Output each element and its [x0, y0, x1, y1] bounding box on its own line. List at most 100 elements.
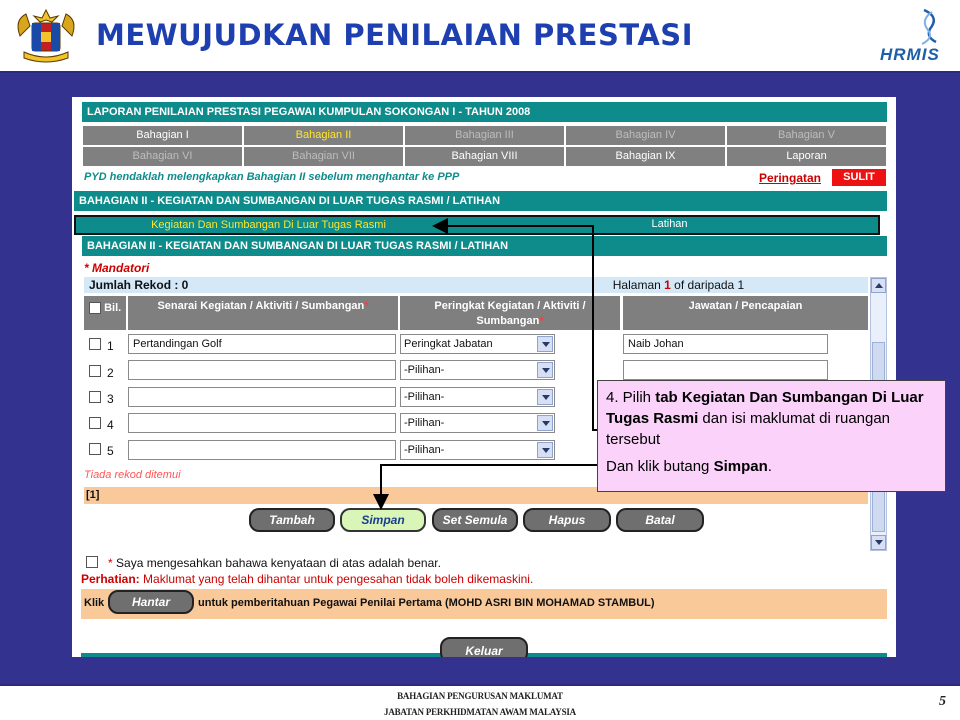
level-select[interactable]: -Pilihan- — [400, 413, 555, 433]
pagination-page: 1 — [664, 278, 671, 292]
activity-input[interactable] — [128, 387, 396, 407]
chevron-down-icon[interactable] — [537, 362, 553, 378]
tab-row: Kegiatan Dan Sumbangan Di Luar Tugas Ras… — [74, 215, 880, 235]
position-input[interactable]: Naib Johan — [623, 334, 828, 354]
pyd-note: PYD hendaklah melengkapkan Bahagian II s… — [84, 171, 460, 183]
header-bil-label: Bil. — [104, 302, 122, 314]
activity-input[interactable] — [128, 413, 396, 433]
confirm-statement: * Saya mengesahkan bahawa kenyataan di a… — [108, 556, 441, 570]
row-number: 5 — [107, 444, 114, 458]
callout-click-line: Dan klik butang Simpan. — [606, 456, 937, 477]
slide-title: MEWUJUDKAN PENILAIAN PRESTASI — [96, 18, 693, 52]
chevron-down-icon[interactable] — [537, 415, 553, 431]
callout-click-suffix: . — [767, 458, 772, 475]
callout-step-line: 4. Pilih tab Kegiatan Dan Sumbangan Di L… — [606, 387, 937, 450]
row-checkbox[interactable] — [89, 443, 101, 455]
reset-button[interactable]: Set Semula — [432, 508, 518, 532]
header-bil: Bil. — [84, 296, 126, 330]
level-select-value: Peringkat Jabatan — [404, 338, 493, 350]
instruction-callout: 4. Pilih tab Kegiatan Dan Sumbangan Di L… — [597, 380, 946, 492]
footer-line1: BAHAGIAN PENGURUSAN MAKLUMAT — [397, 691, 563, 701]
select-all-checkbox[interactable] — [89, 302, 101, 315]
section-nav: Bahagian I Bahagian II Bahagian III Baha… — [82, 125, 887, 167]
chevron-down-icon[interactable] — [537, 336, 553, 352]
row-checkbox[interactable] — [89, 417, 101, 429]
row-number: 1 — [107, 339, 114, 353]
tab-kegiatan[interactable]: Kegiatan Dan Sumbangan Di Luar Tugas Ras… — [76, 217, 461, 233]
records-bar: Jumlah Rekod : 0 Halaman 1 of daripada 1 — [84, 277, 868, 293]
header-level-label: Peringkat Kegiatan / Aktiviti / Sumbanga… — [434, 300, 586, 327]
callout-click-prefix: Dan klik butang — [606, 458, 710, 475]
notice-label: Perhatian: — [81, 572, 140, 586]
pagination-info: Halaman 1 of daripada 1 — [489, 277, 868, 293]
scroll-down-icon[interactable] — [871, 535, 886, 550]
activity-input[interactable] — [128, 440, 396, 460]
row-number: 2 — [107, 366, 114, 380]
nav-bahagian-7: Bahagian VII — [243, 146, 404, 167]
row-number: 3 — [107, 392, 114, 406]
submit-row: Klik Hantar untuk pemberitahuan Pegawai … — [81, 589, 887, 619]
record-count: Jumlah Rekod : 0 — [84, 277, 474, 293]
slide-footer: BAHAGIAN PENGURUSAN MAKLUMAT JABATAN PER… — [0, 684, 960, 720]
page-number: 5 — [939, 694, 946, 709]
position-input[interactable] — [623, 360, 828, 380]
form-screenshot: LAPORAN PENILAIAN PRESTASI PEGAWAI KUMPU… — [72, 97, 896, 657]
submit-button[interactable]: Hantar — [108, 590, 194, 614]
callout-click-target: Simpan — [713, 458, 768, 475]
delete-button[interactable]: Hapus — [523, 508, 611, 532]
header-position: Jawatan / Pencapaian — [623, 296, 868, 330]
malaysia-crest-icon — [17, 8, 75, 63]
nav-laporan[interactable]: Laporan — [726, 146, 887, 167]
nav-bahagian-9[interactable]: Bahagian IX — [565, 146, 726, 167]
nav-bahagian-1[interactable]: Bahagian I — [82, 125, 243, 146]
header-level: Peringkat Kegiatan / Aktiviti / Sumbanga… — [400, 296, 620, 330]
section-title: BAHAGIAN II - KEGIATAN DAN SUMBANGAN DI … — [74, 191, 887, 211]
level-select-value: -Pilihan- — [404, 391, 445, 403]
chevron-down-icon[interactable] — [537, 442, 553, 458]
cancel-button[interactable]: Batal — [616, 508, 704, 532]
header-activity-label: Senarai Kegiatan / Aktiviti / Sumbangan — [157, 300, 365, 312]
chevron-down-icon[interactable] — [537, 389, 553, 405]
notice-text: Maklumat yang telah dihantar untuk penge… — [143, 572, 534, 586]
nav-bahagian-4: Bahagian IV — [565, 125, 726, 146]
hrmis-logo-text: HRMIS — [880, 45, 940, 64]
row-checkbox[interactable] — [89, 338, 101, 350]
warning-link[interactable]: Peringatan — [759, 171, 821, 185]
row-number: 4 — [107, 418, 114, 432]
sulit-badge: SULIT — [832, 169, 886, 186]
pagination-prefix: Halaman — [612, 278, 661, 292]
add-button[interactable]: Tambah — [249, 508, 335, 532]
scroll-up-icon[interactable] — [871, 278, 886, 293]
level-select-value: -Pilihan- — [404, 364, 445, 376]
activity-input[interactable]: Pertandingan Golf — [128, 334, 396, 354]
callout-step: 4. Pilih — [606, 389, 652, 406]
submit-prefix: Klik — [84, 597, 105, 609]
level-select-value: -Pilihan- — [404, 417, 445, 429]
level-select[interactable]: -Pilihan- — [400, 387, 555, 407]
row-checkbox[interactable] — [89, 391, 101, 403]
slide-header: MEWUJUDKAN PENILAIAN PRESTASI HRMIS — [0, 0, 960, 73]
exit-button[interactable]: Keluar — [440, 637, 528, 657]
level-select[interactable]: -Pilihan- — [400, 360, 555, 380]
nav-bahagian-6: Bahagian VI — [82, 146, 243, 167]
footer-line2: JABATAN PERKHIDMATAN AWAM MALAYSIA — [384, 707, 576, 717]
save-button[interactable]: Simpan — [340, 508, 426, 532]
notice: Perhatian: Maklumat yang telah dihantar … — [81, 572, 533, 586]
activity-input[interactable] — [128, 360, 396, 380]
subsection-title: BAHAGIAN II - KEGIATAN DAN SUMBANGAN DI … — [82, 236, 887, 256]
header-activity: Senarai Kegiatan / Aktiviti / Sumbangan* — [128, 296, 398, 330]
submit-suffix: untuk pemberitahuan Pegawai Penilai Pert… — [198, 597, 655, 609]
nav-bahagian-5: Bahagian V — [726, 125, 887, 146]
row-checkbox[interactable] — [89, 365, 101, 377]
level-select-value: -Pilihan- — [404, 444, 445, 456]
level-select[interactable]: Peringkat Jabatan — [400, 334, 555, 354]
level-select[interactable]: -Pilihan- — [400, 440, 555, 460]
nav-bahagian-2[interactable]: Bahagian II — [243, 125, 404, 146]
report-title: LAPORAN PENILAIAN PRESTASI PEGAWAI KUMPU… — [82, 102, 887, 122]
nav-bahagian-3: Bahagian III — [404, 125, 565, 146]
nav-bahagian-8[interactable]: Bahagian VIII — [404, 146, 565, 167]
mandatory-note: * Mandatori — [84, 261, 150, 275]
confirm-checkbox[interactable] — [86, 556, 98, 568]
no-record-message: Tiada rekod ditemui — [84, 469, 181, 481]
tab-latihan[interactable]: Latihan — [461, 217, 878, 233]
